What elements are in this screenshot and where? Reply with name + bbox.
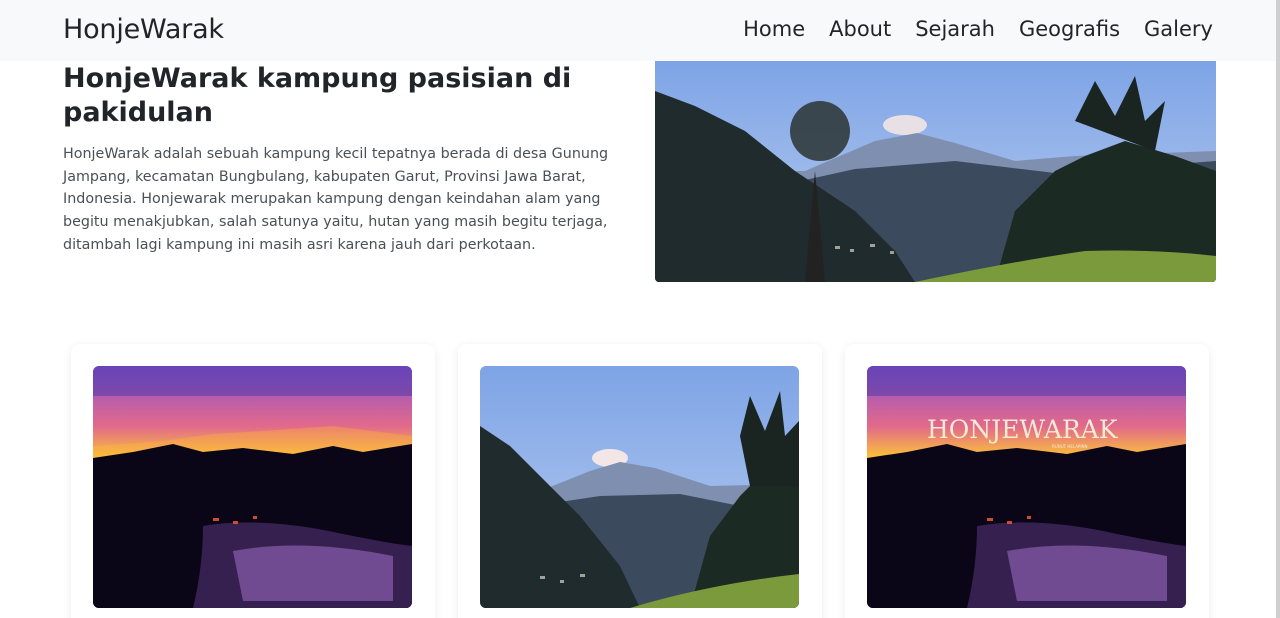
gallery-card: HONJEWARAK RUNUT HELAPINN — [845, 344, 1209, 618]
nav-link-galery[interactable]: Galery — [1144, 17, 1213, 41]
hero-image — [655, 61, 1216, 282]
watermark-title: HONJEWARAK — [927, 415, 1119, 444]
hero-title: HonjeWarak kampung pasisian di pakidulan — [63, 63, 572, 128]
nav-link-about[interactable]: About — [829, 17, 891, 41]
nav-link-home[interactable]: Home — [743, 17, 805, 41]
navbar: HonjeWarak Home About Sejarah Geografis … — [0, 0, 1276, 61]
brand-logo[interactable]: HonjeWarak — [63, 14, 224, 45]
scrollbar[interactable] — [1276, 0, 1280, 618]
nav-links: Home About Sejarah Geografis Galery — [743, 17, 1213, 41]
nav-link-sejarah[interactable]: Sejarah — [915, 17, 995, 41]
gallery-card — [458, 344, 822, 618]
gallery-image[interactable] — [480, 366, 799, 608]
gallery-image[interactable]: HONJEWARAK RUNUT HELAPINN — [867, 366, 1186, 608]
gallery-image[interactable] — [93, 366, 412, 608]
page: HonjeWarak Home About Sejarah Geografis … — [0, 0, 1280, 618]
watermark-subtitle: RUNUT HELAPINN — [1052, 444, 1088, 449]
nav-link-geografis[interactable]: Geografis — [1019, 17, 1120, 41]
gallery-card — [71, 344, 435, 618]
hero-paragraph: HonjeWarak adalah sebuah kampung kecil t… — [63, 146, 609, 253]
